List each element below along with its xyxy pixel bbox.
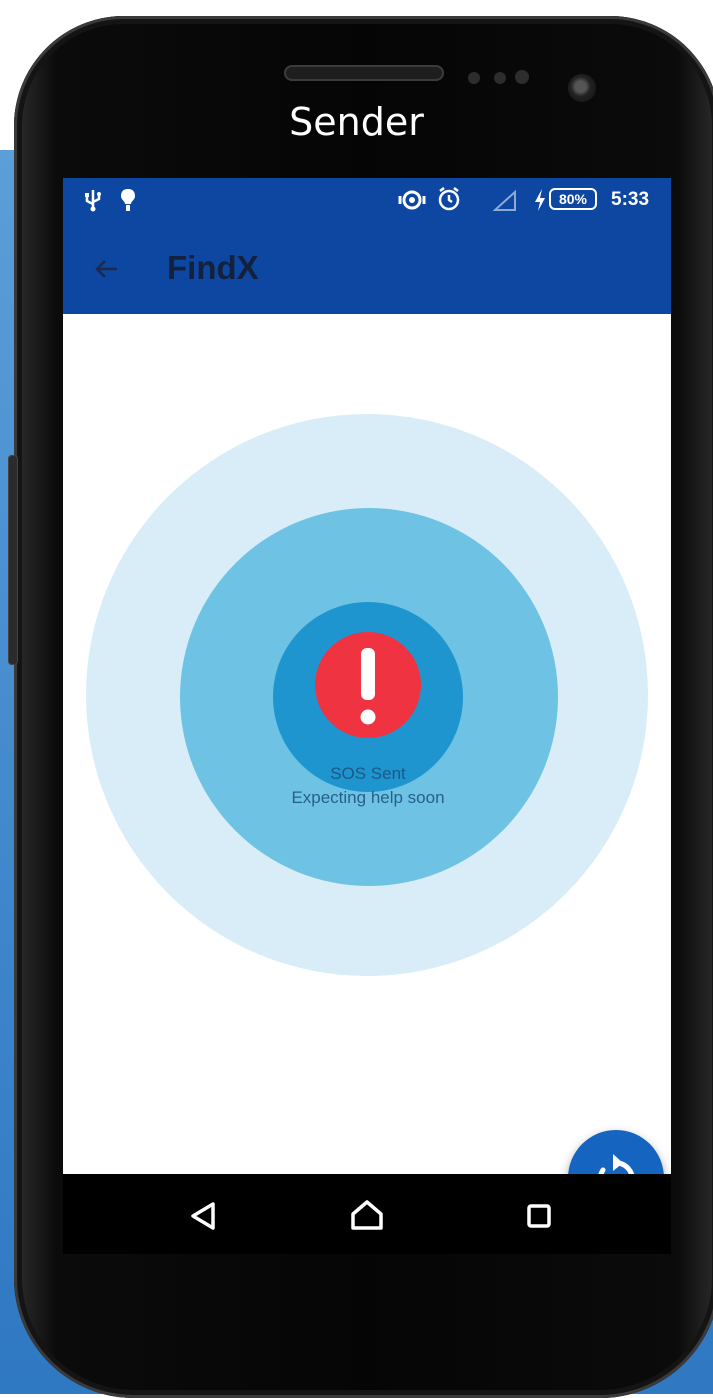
back-arrow-icon[interactable] [91,248,121,293]
sos-status-line2: Expecting help soon [291,788,445,807]
battery-indicator: 80% [549,188,597,210]
notification-icon [121,189,135,211]
alert-button[interactable] [315,632,421,738]
signal-icon [493,190,516,211]
app-bar: FindX [63,222,671,314]
charging-icon [535,189,545,211]
status-time: 5:33 [611,189,650,210]
exclamation-icon [360,648,376,725]
phone-caption: Sender [289,100,424,144]
phone-side-button [8,455,18,665]
sos-status-text: SOS Sent Expecting help soon [223,762,513,810]
usb-icon [85,190,101,212]
sos-status-line1: SOS Sent [330,764,406,783]
app-title: FindX [167,249,259,286]
earpiece-speaker [284,65,444,81]
sensor-dot [468,72,480,84]
sensor-dot [515,70,529,84]
sensor-dot [494,72,506,84]
phone-screen: 80% 5:33 FindX SOS Sent Expecting help s… [63,178,671,1254]
back-triangle-icon[interactable] [179,1192,227,1240]
front-camera [568,74,596,102]
alarm-icon [438,187,460,211]
recents-icon[interactable] [515,1192,563,1240]
home-icon[interactable] [343,1192,391,1240]
navigation-bar [63,1174,671,1254]
status-bar: 80% 5:33 [63,178,671,222]
vibrate-icon [398,190,426,210]
sos-content: SOS Sent Expecting help soon [63,314,671,1226]
